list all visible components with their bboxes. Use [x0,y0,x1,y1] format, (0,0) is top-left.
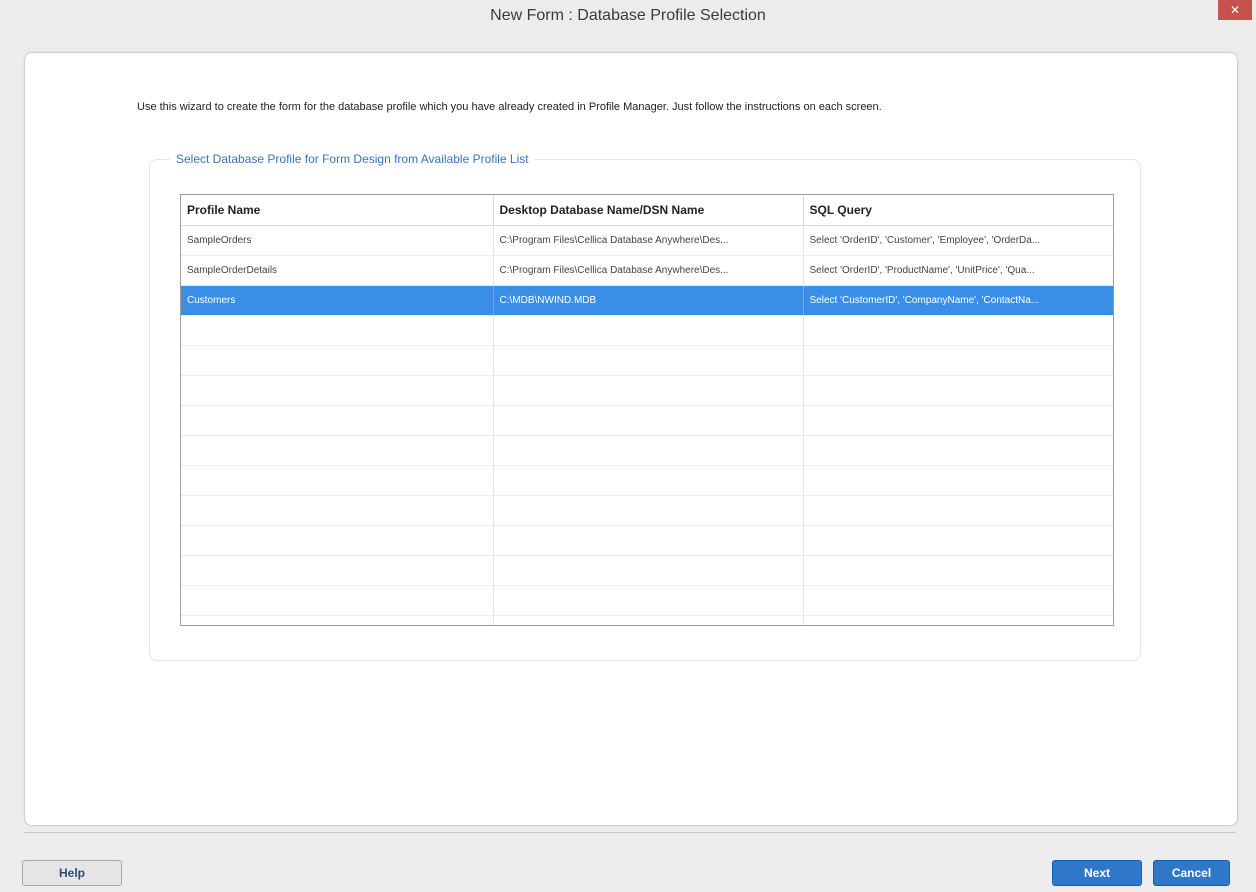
table-header-row: Profile Name Desktop Database Name/DSN N… [181,195,1113,226]
empty-row [181,555,1113,586]
empty-row [181,495,1113,526]
empty-row [181,345,1113,376]
empty-row [181,525,1113,556]
cell-sql-query: Select 'CustomerID', 'CompanyName', 'Con… [803,285,1113,316]
table-row-selected[interactable]: Customers C:\MDB\NWIND.MDB Select 'Custo… [181,285,1113,316]
profile-groupbox: Select Database Profile for Form Design … [149,152,1141,661]
empty-row [181,375,1113,406]
column-header-profile-name[interactable]: Profile Name [181,195,494,226]
profile-table: Profile Name Desktop Database Name/DSN N… [181,195,1113,625]
empty-row [181,615,1113,625]
title-bar: New Form : Database Profile Selection ✕ [0,0,1256,34]
cell-profile-name: Customers [181,285,494,316]
cancel-button[interactable]: Cancel [1153,860,1230,886]
cell-database-name: C:\MDB\NWIND.MDB [493,285,804,316]
empty-row [181,465,1113,496]
cell-database-name: C:\Program Files\Cellica Database Anywhe… [493,255,804,286]
content-panel: Use this wizard to create the form for t… [24,52,1238,826]
next-button[interactable]: Next [1052,860,1142,886]
table-row[interactable]: SampleOrderDetails C:\Program Files\Cell… [181,255,1113,286]
column-header-database-name[interactable]: Desktop Database Name/DSN Name [493,195,804,226]
column-header-sql-query[interactable]: SQL Query [803,195,1113,226]
cell-sql-query: Select 'OrderID', 'ProductName', 'UnitPr… [803,255,1113,286]
profile-list-grid[interactable]: Profile Name Desktop Database Name/DSN N… [180,194,1114,626]
empty-row [181,585,1113,616]
cell-profile-name: SampleOrderDetails [181,255,494,286]
empty-row [181,405,1113,436]
groupbox-title: Select Database Profile for Form Design … [170,152,535,166]
empty-row [181,435,1113,466]
cell-database-name: C:\Program Files\Cellica Database Anywhe… [493,225,804,256]
close-button[interactable]: ✕ [1218,0,1252,20]
help-button[interactable]: Help [22,860,122,886]
intro-text: Use this wizard to create the form for t… [137,101,882,113]
cell-sql-query: Select 'OrderID', 'Customer', 'Employee'… [803,225,1113,256]
empty-row [181,315,1113,346]
window-title: New Form : Database Profile Selection [490,7,766,24]
footer-divider [24,832,1236,833]
cell-profile-name: SampleOrders [181,225,494,256]
table-row[interactable]: SampleOrders C:\Program Files\Cellica Da… [181,225,1113,256]
